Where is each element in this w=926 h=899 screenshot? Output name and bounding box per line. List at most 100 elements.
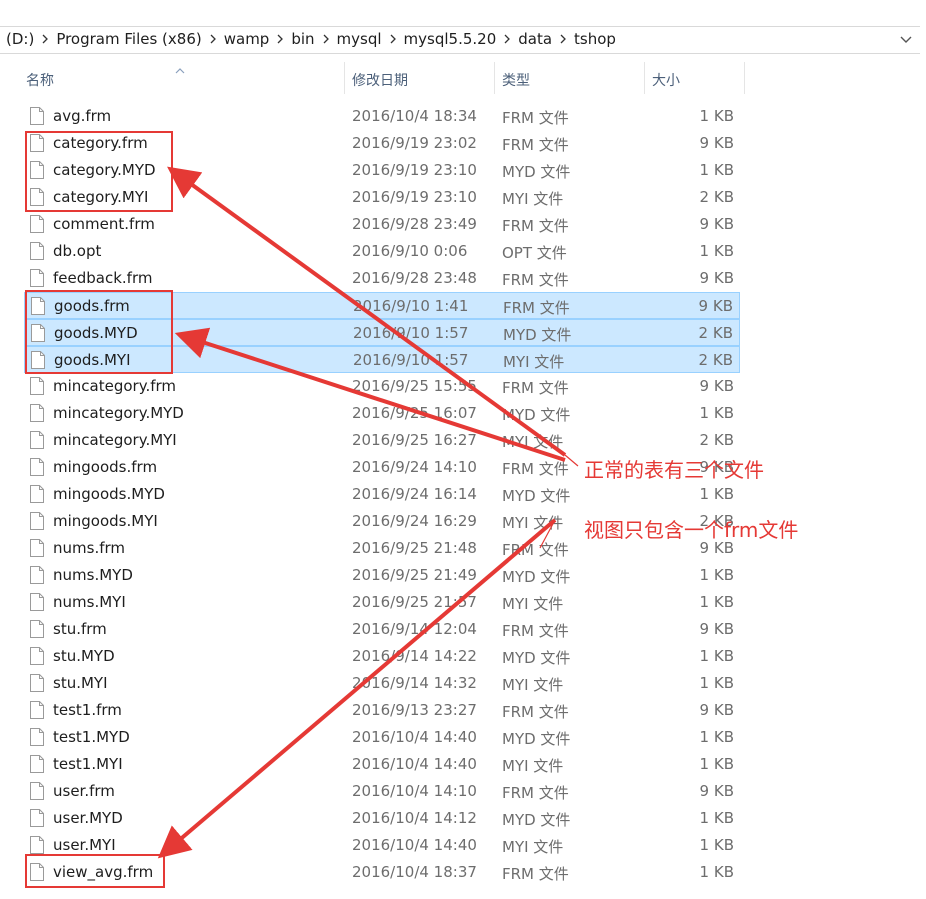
file-row[interactable]: mincategory.MYD 2016/9/25 16:07 MYD 文件 1 KB (24, 400, 740, 427)
file-name: stu.frm (53, 620, 107, 638)
column-divider[interactable] (494, 62, 495, 94)
file-icon (30, 134, 44, 156)
file-type: MYD 文件 (502, 487, 571, 505)
column-name[interactable]: 名称 (26, 70, 54, 90)
file-row[interactable]: db.opt 2016/9/10 0:06 OPT 文件 1 KB (24, 238, 740, 265)
file-row[interactable]: mingoods.MYI 2016/9/24 16:29 MYI 文件 2 KB (24, 508, 740, 535)
file-row[interactable]: test1.MYI 2016/10/4 14:40 MYI 文件 1 KB (24, 751, 740, 778)
file-type: MYI 文件 (502, 676, 564, 694)
file-type: MYI 文件 (502, 757, 564, 775)
chevron-right-icon[interactable] (500, 34, 514, 44)
chevron-down-icon[interactable] (898, 31, 914, 47)
column-size[interactable]: 大小 (652, 70, 680, 90)
file-size: 1 KB (699, 485, 734, 503)
file-date-modified: 2016/9/14 12:04 (352, 620, 477, 638)
chevron-right-icon[interactable] (386, 34, 400, 44)
file-row[interactable]: goods.frm 2016/9/10 1:41 FRM 文件 9 KB (24, 292, 740, 319)
file-row[interactable]: mincategory.MYI 2016/9/25 16:27 MYI 文件 2 KB (24, 427, 740, 454)
chevron-right-icon[interactable] (206, 34, 220, 44)
breadcrumb-item[interactable]: mysql5.5.20 (400, 30, 501, 48)
file-icon (30, 782, 44, 804)
file-row[interactable]: user.frm 2016/10/4 14:10 FRM 文件 9 KB (24, 778, 740, 805)
file-date-modified: 2016/10/4 14:40 (352, 755, 477, 773)
file-size: 1 KB (699, 566, 734, 584)
file-name: avg.frm (53, 107, 112, 125)
file-row[interactable]: stu.MYI 2016/9/14 14:32 MYI 文件 1 KB (24, 670, 740, 697)
breadcrumb-item[interactable]: tshop (570, 30, 620, 48)
file-name: category.MYI (53, 188, 149, 206)
file-size: 9 KB (699, 134, 734, 152)
file-icon (30, 620, 44, 642)
file-row[interactable]: nums.MYD 2016/9/25 21:49 MYD 文件 1 KB (24, 562, 740, 589)
file-icon (30, 755, 44, 777)
file-icon (30, 647, 44, 669)
file-size: 2 KB (699, 431, 734, 449)
column-date-modified[interactable]: 修改日期 (352, 70, 408, 90)
breadcrumb-item[interactable]: data (514, 30, 556, 48)
file-row[interactable]: test1.frm 2016/9/13 23:27 FRM 文件 9 KB (24, 697, 740, 724)
breadcrumb-item[interactable]: wamp (220, 30, 274, 48)
file-name: nums.MYI (53, 593, 126, 611)
file-type: MYD 文件 (502, 163, 571, 181)
file-row[interactable]: mingoods.MYD 2016/9/24 16:14 MYD 文件 1 KB (24, 481, 740, 508)
file-row[interactable]: feedback.frm 2016/9/28 23:48 FRM 文件 9 KB (24, 265, 740, 292)
file-date-modified: 2016/9/10 0:06 (352, 242, 468, 260)
file-row[interactable]: mingoods.frm 2016/9/24 14:10 FRM 文件 9 KB (24, 454, 740, 481)
file-row[interactable]: view_avg.frm 2016/10/4 18:37 FRM 文件 1 KB (24, 859, 740, 886)
file-row[interactable]: stu.frm 2016/9/14 12:04 FRM 文件 9 KB (24, 616, 740, 643)
file-type: FRM 文件 (502, 271, 569, 289)
file-name: test1.frm (53, 701, 122, 719)
file-row[interactable]: comment.frm 2016/9/28 23:49 FRM 文件 9 KB (24, 211, 740, 238)
file-row[interactable]: goods.MYI 2016/9/10 1:57 MYI 文件 2 KB (24, 346, 740, 373)
file-type: MYI 文件 (502, 595, 564, 613)
file-size: 9 KB (699, 215, 734, 233)
file-row[interactable]: goods.MYD 2016/9/10 1:57 MYD 文件 2 KB (24, 319, 740, 346)
breadcrumb-item[interactable]: mysql (333, 30, 386, 48)
file-date-modified: 2016/9/10 1:57 (353, 351, 469, 369)
file-name: category.MYD (53, 161, 156, 179)
file-name: stu.MYI (53, 674, 108, 692)
file-type: MYD 文件 (502, 649, 571, 667)
file-row[interactable]: nums.frm 2016/9/25 21:48 FRM 文件 9 KB (24, 535, 740, 562)
file-name: mingoods.MYI (53, 512, 158, 530)
breadcrumb-item[interactable]: bin (287, 30, 318, 48)
file-name: mincategory.MYD (53, 404, 184, 422)
file-type: FRM 文件 (502, 703, 569, 721)
file-row[interactable]: nums.MYI 2016/9/25 21:57 MYI 文件 1 KB (24, 589, 740, 616)
file-icon (30, 512, 44, 534)
file-date-modified: 2016/9/24 14:10 (352, 458, 477, 476)
file-row[interactable]: avg.frm 2016/10/4 18:34 FRM 文件 1 KB (24, 103, 740, 130)
file-type: FRM 文件 (503, 299, 570, 317)
breadcrumb-item[interactable]: Program Files (x86) (52, 30, 205, 48)
file-row[interactable]: category.MYI 2016/9/19 23:10 MYI 文件 2 KB (24, 184, 740, 211)
column-divider[interactable] (644, 62, 645, 94)
chevron-right-icon[interactable] (556, 34, 570, 44)
file-name: view_avg.frm (53, 863, 154, 881)
chevron-right-icon[interactable] (273, 34, 287, 44)
file-date-modified: 2016/9/25 21:49 (352, 566, 477, 584)
file-row[interactable]: category.MYD 2016/9/19 23:10 MYD 文件 1 KB (24, 157, 740, 184)
chevron-right-icon[interactable] (319, 34, 333, 44)
column-type[interactable]: 类型 (502, 70, 530, 90)
file-row[interactable]: mincategory.frm 2016/9/25 15:55 FRM 文件 9 KB (24, 373, 740, 400)
file-size: 9 KB (699, 458, 734, 476)
column-divider[interactable] (344, 62, 345, 94)
chevron-right-icon[interactable] (38, 34, 52, 44)
column-divider[interactable] (744, 62, 745, 94)
file-row[interactable]: stu.MYD 2016/9/14 14:22 MYD 文件 1 KB (24, 643, 740, 670)
file-date-modified: 2016/9/14 14:22 (352, 647, 477, 665)
file-date-modified: 2016/9/24 16:29 (352, 512, 477, 530)
file-name: db.opt (53, 242, 102, 260)
file-icon (30, 809, 44, 831)
file-icon (30, 593, 44, 615)
file-type: FRM 文件 (502, 784, 569, 802)
file-row[interactable]: test1.MYD 2016/10/4 14:40 MYD 文件 1 KB (24, 724, 740, 751)
file-size: 1 KB (699, 863, 734, 881)
file-row[interactable]: user.MYI 2016/10/4 14:40 MYI 文件 1 KB (24, 832, 740, 859)
breadcrumb-item[interactable]: (D:) (2, 30, 38, 48)
file-row[interactable]: category.frm 2016/9/19 23:02 FRM 文件 9 KB (24, 130, 740, 157)
file-name: mingoods.frm (53, 458, 158, 476)
file-row[interactable]: user.MYD 2016/10/4 14:12 MYD 文件 1 KB (24, 805, 740, 832)
address-bar[interactable]: (D:) Program Files (x86) wamp bin mysql mysql… (0, 26, 920, 54)
file-name: test1.MYI (53, 755, 123, 773)
